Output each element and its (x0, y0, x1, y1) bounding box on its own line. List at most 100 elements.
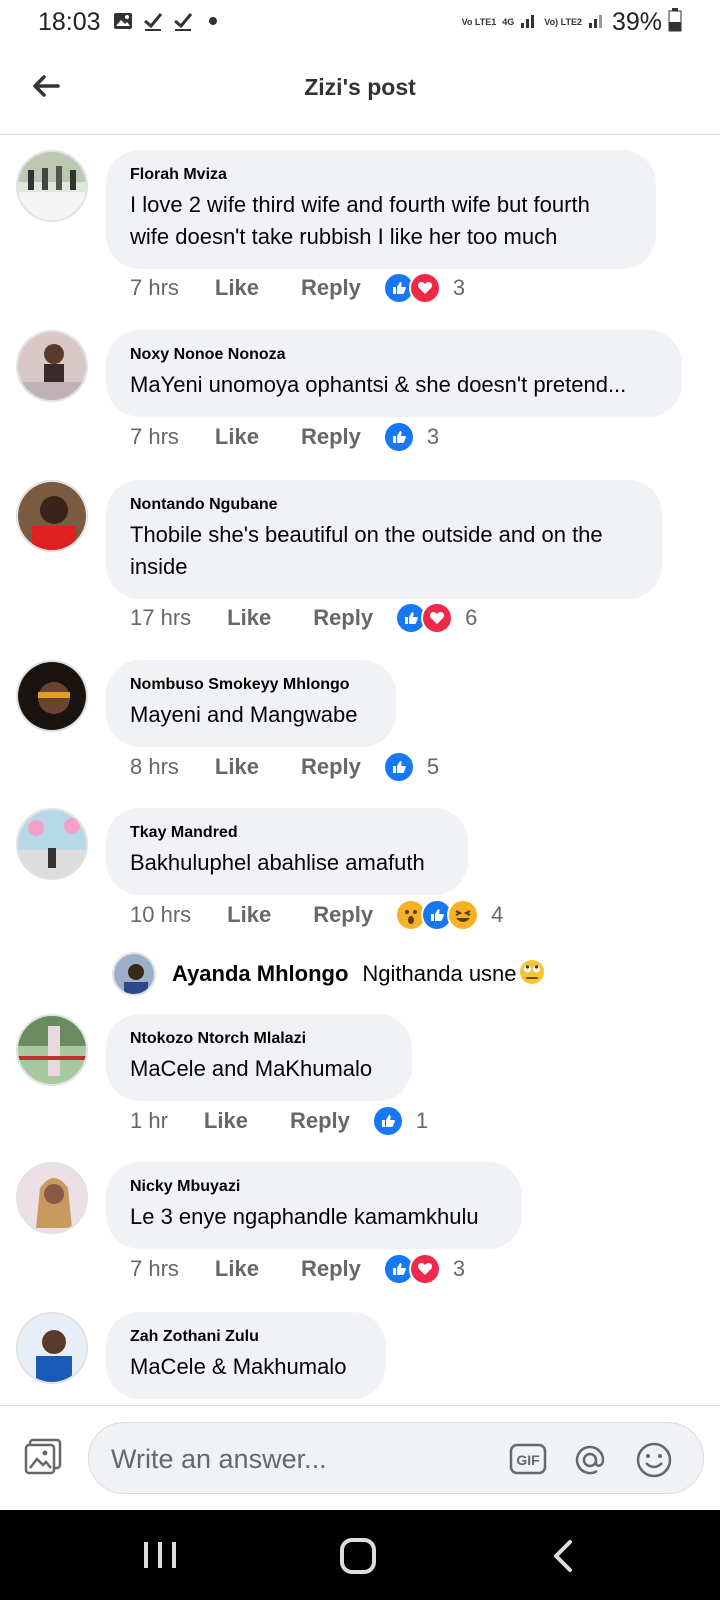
comment-time[interactable]: 8 hrs (130, 754, 179, 780)
commenter-name[interactable]: Nontando Ngubane (130, 496, 638, 514)
reactions[interactable] (371, 1105, 404, 1137)
like-button[interactable]: Like (215, 1256, 259, 1282)
battery-icon (668, 8, 682, 37)
comment-time[interactable]: 1 hr (130, 1108, 168, 1134)
reply-preview[interactable]: Ayanda Mhlongo Ngithanda usne (112, 952, 545, 996)
signal-icon (588, 11, 606, 34)
comment-list[interactable]: Florah Mviza I love 2 wife third wife an… (0, 136, 720, 1404)
reactions[interactable] (382, 421, 415, 453)
comment-actions: 8 hrs Like Reply 5 (130, 751, 439, 783)
reactions[interactable] (395, 899, 480, 931)
avatar[interactable] (16, 1162, 88, 1234)
like-button[interactable]: Like (227, 902, 271, 928)
reaction-count[interactable]: 5 (427, 754, 439, 780)
at-icon (575, 1445, 605, 1475)
comment-text: MaYeni unomoya ophantsi & she doesn't pr… (130, 372, 627, 397)
reaction-count[interactable]: 3 (453, 1256, 465, 1282)
comment-bubble[interactable]: Nontando Ngubane Thobile she's beautiful… (106, 480, 662, 599)
mention-button[interactable] (571, 1441, 609, 1479)
reply-button[interactable]: Reply (301, 424, 361, 450)
love-reaction-icon (408, 1253, 441, 1285)
reaction-count[interactable]: 1 (416, 1108, 428, 1134)
commenter-name[interactable]: Nombuso Smokeyy Mhlongo (130, 676, 372, 694)
emoji-button[interactable] (635, 1441, 673, 1479)
home-button[interactable] (338, 1536, 378, 1576)
check-icon (142, 10, 164, 32)
top-bar: Zizi's post (0, 50, 720, 135)
commenter-name[interactable]: Florah Mviza (130, 166, 632, 184)
comment-input[interactable] (111, 1439, 491, 1479)
comment-time[interactable]: 17 hrs (130, 605, 191, 631)
like-button[interactable]: Like (204, 1108, 248, 1134)
comment-actions: 7 hrs Like Reply 3 (130, 1253, 465, 1285)
reactions[interactable] (395, 602, 454, 634)
gif-icon: GIF (509, 1443, 547, 1475)
comment-composer: GIF (0, 1405, 720, 1510)
reaction-count[interactable]: 4 (491, 902, 503, 928)
comment-bubble[interactable]: Zah Zothani Zulu MaCele & Makhumalo (106, 1312, 386, 1399)
comment-time[interactable]: 7 hrs (130, 424, 179, 450)
comment-bubble[interactable]: Noxy Nonoe Nonoza MaYeni unomoya ophants… (106, 330, 682, 417)
comment-time[interactable]: 7 hrs (130, 275, 179, 301)
system-nav-bar (0, 1510, 720, 1600)
commenter-name[interactable]: Zah Zothani Zulu (130, 1328, 362, 1346)
like-button[interactable]: Like (215, 424, 259, 450)
commenter-name[interactable]: Tkay Mandred (130, 824, 444, 842)
haha-reaction-icon (447, 899, 480, 931)
like-button[interactable]: Like (215, 275, 259, 301)
comment-time[interactable]: 10 hrs (130, 902, 191, 928)
comment-input-wrapper[interactable]: GIF (88, 1422, 704, 1494)
emoji-icon (636, 1442, 672, 1478)
battery-percent: 39% (611, 8, 662, 36)
reply-button[interactable]: Reply (290, 1108, 350, 1134)
network-sim2: Vo) LTE2 (544, 17, 582, 27)
like-button[interactable]: Like (227, 605, 271, 631)
comment-time[interactable]: 7 hrs (130, 1256, 179, 1282)
reaction-count[interactable]: 3 (453, 275, 465, 301)
comment-text: I love 2 wife third wife and fourth wife… (130, 192, 590, 249)
avatar[interactable] (16, 330, 88, 402)
nav-back-button[interactable] (548, 1536, 578, 1576)
reply-avatar[interactable] (112, 952, 156, 996)
avatar[interactable] (16, 808, 88, 880)
reply-author-name[interactable]: Ayanda Mhlongo (172, 961, 348, 987)
reaction-count[interactable]: 3 (427, 424, 439, 450)
svg-text:GIF: GIF (516, 1452, 540, 1468)
reply-button[interactable]: Reply (301, 275, 361, 301)
avatar[interactable] (16, 150, 88, 222)
nav-back-icon (554, 1540, 572, 1572)
avatar[interactable] (16, 660, 88, 732)
like-button[interactable]: Like (215, 754, 259, 780)
reply-text: Ngithanda usne (362, 961, 517, 986)
reply-button[interactable]: Reply (313, 605, 373, 631)
reaction-count[interactable]: 6 (465, 605, 477, 631)
avatar[interactable] (16, 1312, 88, 1384)
recent-apps-button[interactable] (140, 1538, 180, 1572)
comment-bubble[interactable]: Tkay Mandred Bakhuluphel abahlise amafut… (106, 808, 468, 895)
comment-text: Mayeni and Mangwabe (130, 702, 358, 727)
commenter-name[interactable]: Noxy Nonoe Nonoza (130, 346, 658, 364)
reactions[interactable] (382, 751, 415, 783)
avatar[interactable] (16, 1014, 88, 1086)
commenter-name[interactable]: Ntokozo Ntorch Mlalazi (130, 1030, 388, 1048)
reply-button[interactable]: Reply (313, 902, 373, 928)
status-bar: 18:03 Vo LTE1 4G Vo) LTE2 39% (0, 0, 720, 46)
eye-roll-emoji-icon (519, 959, 545, 990)
reply-button[interactable]: Reply (301, 1256, 361, 1282)
gallery-icon (112, 10, 134, 32)
avatar[interactable] (16, 480, 88, 552)
photo-button[interactable] (24, 1436, 64, 1476)
comment-bubble[interactable]: Ntokozo Ntorch Mlalazi MaCele and MaKhum… (106, 1014, 412, 1101)
gif-button[interactable]: GIF (509, 1441, 547, 1477)
comment-bubble[interactable]: Nicky Mbuyazi Le 3 enye ngaphandle kamam… (106, 1162, 522, 1249)
comment-actions: 17 hrs Like Reply 6 (130, 602, 477, 634)
reactions[interactable] (382, 272, 441, 304)
comment-bubble[interactable]: Nombuso Smokeyy Mhlongo Mayeni and Mangw… (106, 660, 396, 747)
comment-bubble[interactable]: Florah Mviza I love 2 wife third wife an… (106, 150, 656, 269)
dot-icon (202, 10, 224, 32)
reactions[interactable] (382, 1253, 441, 1285)
reply-button[interactable]: Reply (301, 754, 361, 780)
notification-icons (112, 10, 224, 32)
page-title: Zizi's post (304, 74, 416, 100)
commenter-name[interactable]: Nicky Mbuyazi (130, 1178, 498, 1196)
